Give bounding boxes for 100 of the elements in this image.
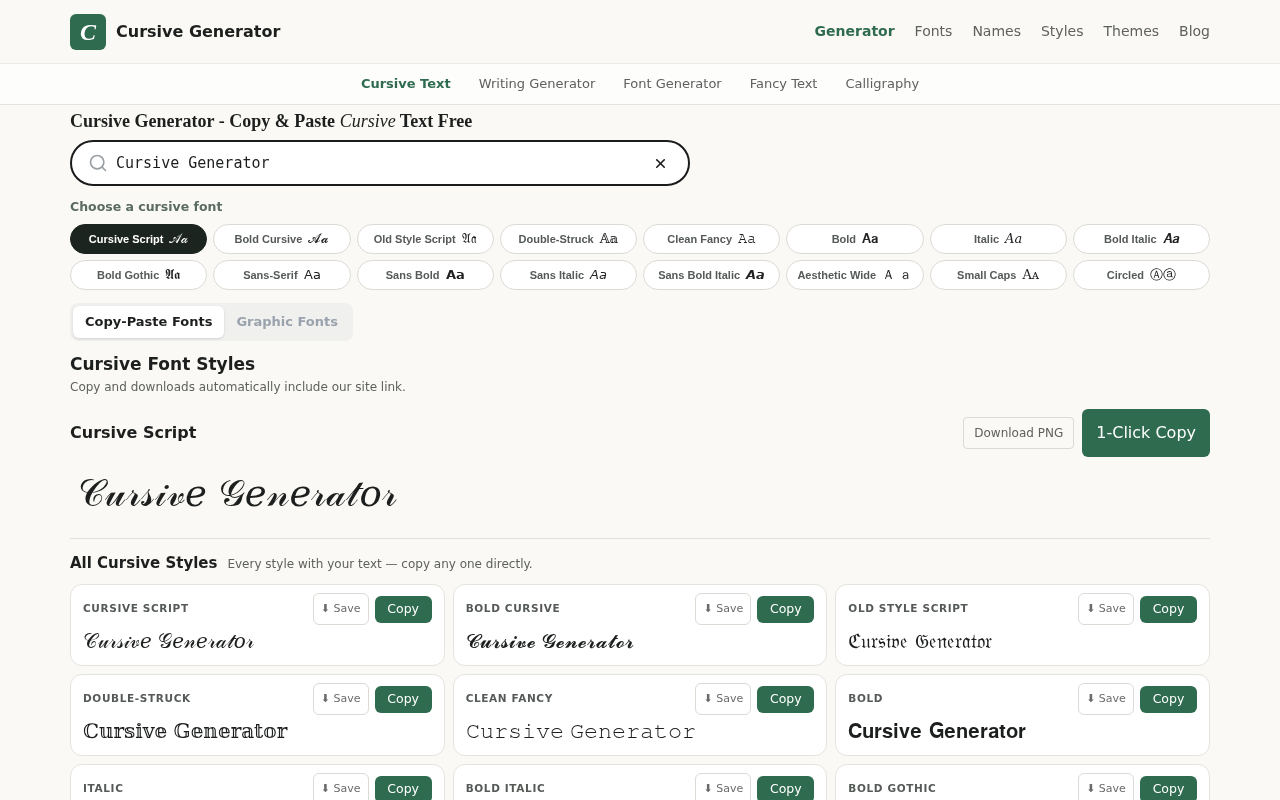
chip-sample: 𝔄𝔞 xyxy=(461,230,477,249)
chip-sample: 𝘈𝘢 xyxy=(590,266,608,285)
style-preview-text: 𝙲𝚞𝚛𝚜𝚒𝚟𝚎 𝙶𝚎𝚗𝚎𝚛𝚊𝚝𝚘𝚛 xyxy=(465,718,696,744)
copy-button[interactable]: Copy xyxy=(1140,775,1197,800)
style-label: CURSIVE SCRIPT xyxy=(83,601,189,617)
text-preview: 𝒞𝓊𝓇𝓈𝒾𝓋𝑒 𝒢𝑒𝓃𝑒𝓇𝒶𝓉𝑜𝓇 xyxy=(77,471,397,517)
chip-label: Bold Gothic xyxy=(96,267,160,283)
chip-label: Double-Struck xyxy=(518,231,594,247)
style-preview-text: ℭ𝔲𝔯𝔰𝔦𝔳𝔢 𝔊𝔢𝔫𝔢𝔯𝔞𝔱𝔬𝔯 xyxy=(848,628,992,654)
style-label: BOLD CURSIVE xyxy=(465,601,561,617)
nav-link[interactable]: Styles xyxy=(1041,21,1084,42)
copy-button[interactable]: Copy xyxy=(757,685,815,713)
chip-label: Small Caps xyxy=(957,267,1017,283)
font-chip[interactable]: Sans Bold Italic 𝘼𝙖 xyxy=(643,260,781,290)
style-label: BOLD GOTHIC xyxy=(848,781,937,797)
subnav-link[interactable]: Calligraphy xyxy=(845,74,920,94)
copy-button[interactable]: Copy xyxy=(1140,685,1197,713)
chip-sample: Aᴀ xyxy=(1022,266,1040,285)
nav-link[interactable]: Themes xyxy=(1103,21,1160,42)
copy-button[interactable]: Copy xyxy=(374,595,432,623)
chip-sample: 𝐴𝑎 xyxy=(1005,230,1023,249)
chip-label: Italic xyxy=(974,231,1000,247)
style-label: ITALIC xyxy=(83,781,124,797)
save-button[interactable]: ⬇ Save xyxy=(695,773,752,800)
chip-sample: 𝒜𝒶 xyxy=(169,230,189,249)
font-chip[interactable]: Bold Italic 𝑨𝒂 xyxy=(1072,224,1210,254)
nav-link[interactable]: Generator xyxy=(814,21,895,42)
chip-label: Sans Italic xyxy=(529,267,585,283)
save-button[interactable]: ⬇ Save xyxy=(1078,593,1134,625)
copy-button[interactable]: Copy xyxy=(374,685,432,713)
font-chip[interactable]: Circled Ⓐⓐ xyxy=(1072,260,1210,290)
font-chip[interactable]: Sans Bold 𝗔𝗮 xyxy=(356,260,494,290)
subnav-link[interactable]: Writing Generator xyxy=(478,74,596,94)
font-chip[interactable]: Sans Italic 𝘈𝘢 xyxy=(499,260,637,290)
nav-link[interactable]: Blog xyxy=(1179,21,1210,42)
selected-font-name: Cursive Script xyxy=(70,422,197,444)
style-label: CLEAN FANCY xyxy=(465,691,553,707)
font-chip[interactable]: Bold Cursive 𝓐𝓪 xyxy=(213,224,351,254)
chip-label: Circled xyxy=(1106,267,1144,283)
site-logo[interactable]: C xyxy=(70,13,106,50)
save-button[interactable]: ⬇ Save xyxy=(312,683,369,715)
chip-label: Bold Cursive xyxy=(234,231,303,247)
chip-label: Aesthetic Wide xyxy=(797,267,877,283)
chip-label: Old Style Script xyxy=(373,231,456,247)
chip-label: Clean Fancy xyxy=(667,231,733,247)
nav-link[interactable]: Fonts xyxy=(914,21,953,42)
font-chip[interactable]: Italic 𝐴𝑎 xyxy=(929,224,1067,254)
search-icon xyxy=(88,153,108,173)
save-button[interactable]: ⬇ Save xyxy=(312,593,369,625)
copy-button[interactable]: Copy xyxy=(374,775,432,800)
all-styles-subtitle: Every style with your text — copy any one directly. xyxy=(227,556,533,573)
style-preview-text: ℂ𝕦𝕣𝕤𝕚𝕧𝕖 𝔾𝕖𝕟𝕖𝕣𝕒𝕥𝕠𝕣 xyxy=(83,718,288,744)
chip-sample: Ⓐⓐ xyxy=(1150,266,1176,285)
chip-label: Bold Italic xyxy=(1104,231,1157,247)
section-subtitle: Copy and downloads automatically include our site link. xyxy=(70,379,406,395)
font-chip[interactable]: Bold 𝐀𝐚 xyxy=(786,224,924,254)
style-label: OLD STYLE SCRIPT xyxy=(848,601,969,617)
font-chip[interactable]: Bold Gothic 𝕬𝖆 xyxy=(70,260,208,290)
section-title: Cursive Font Styles xyxy=(70,353,256,376)
page-title: Cursive Generator - Copy & Paste Cursive Text Free xyxy=(70,111,473,131)
save-button[interactable]: ⬇ Save xyxy=(695,593,752,625)
copy-button[interactable]: Copy xyxy=(757,595,815,623)
save-button[interactable]: ⬇ Save xyxy=(1078,773,1134,800)
mode-tab[interactable]: Copy-Paste Fonts xyxy=(73,306,225,338)
all-styles-title: All Cursive Styles xyxy=(70,553,218,574)
chip-label: Sans Bold Italic xyxy=(658,267,741,283)
chip-label: Cursive Script xyxy=(88,231,164,247)
copy-button[interactable]: 1-Click Copy xyxy=(1082,409,1210,457)
chip-sample: 𝓐𝓪 xyxy=(308,230,330,249)
style-label: BOLD ITALIC xyxy=(465,781,546,797)
subnav-link[interactable]: Font Generator xyxy=(623,74,722,94)
style-label: BOLD xyxy=(848,691,884,707)
download-png-button[interactable]: Download PNG xyxy=(963,417,1075,449)
font-chip[interactable]: Sans-Serif 𝖠𝖺 xyxy=(213,260,351,290)
copy-button[interactable]: Copy xyxy=(757,775,815,800)
style-label: DOUBLE-STRUCK xyxy=(83,691,191,707)
font-picker-label: Choose a cursive font xyxy=(70,199,223,215)
chip-sample: 𝘼𝙖 xyxy=(746,266,766,285)
copy-button[interactable]: Copy xyxy=(1140,595,1197,623)
font-chip[interactable]: Clean Fancy 𝙰𝚊 xyxy=(643,224,781,254)
subnav-link[interactable]: Cursive Text xyxy=(360,74,451,94)
save-button[interactable]: ⬇ Save xyxy=(312,773,369,800)
search-field[interactable]: Cursive Generator xyxy=(70,140,690,186)
save-button[interactable]: ⬇ Save xyxy=(1078,683,1134,715)
chip-sample: 𝑨𝒂 xyxy=(1162,230,1179,249)
nav-link[interactable]: Names xyxy=(972,21,1021,42)
style-preview-text: 𝓒𝓾𝓻𝓼𝓲𝓿𝓮 𝓖𝓮𝓷𝓮𝓻𝓪𝓽𝓸𝓻 xyxy=(465,628,634,654)
font-chip[interactable]: Small Caps Aᴀ xyxy=(929,260,1067,290)
chip-label: Sans-Serif xyxy=(243,267,298,283)
chip-sample: 𝙰𝚊 xyxy=(738,230,757,249)
save-button[interactable]: ⬇ Save xyxy=(695,683,752,715)
chip-sample: 𝕬𝖆 xyxy=(165,266,181,285)
site-name: Cursive Generator xyxy=(116,20,281,43)
font-chip[interactable]: Aesthetic Wide Ａ ａ xyxy=(786,260,924,290)
chip-sample: Ａ ａ xyxy=(882,266,913,285)
font-chip[interactable]: Cursive Script 𝒜𝒶 xyxy=(70,224,208,254)
font-chip[interactable]: Double-Struck 𝔸𝕒 xyxy=(499,224,637,254)
subnav-link[interactable]: Fancy Text xyxy=(749,74,818,94)
font-chip[interactable]: Old Style Script 𝔄𝔞 xyxy=(356,224,494,254)
chip-sample: 𝔸𝕒 xyxy=(599,230,619,249)
